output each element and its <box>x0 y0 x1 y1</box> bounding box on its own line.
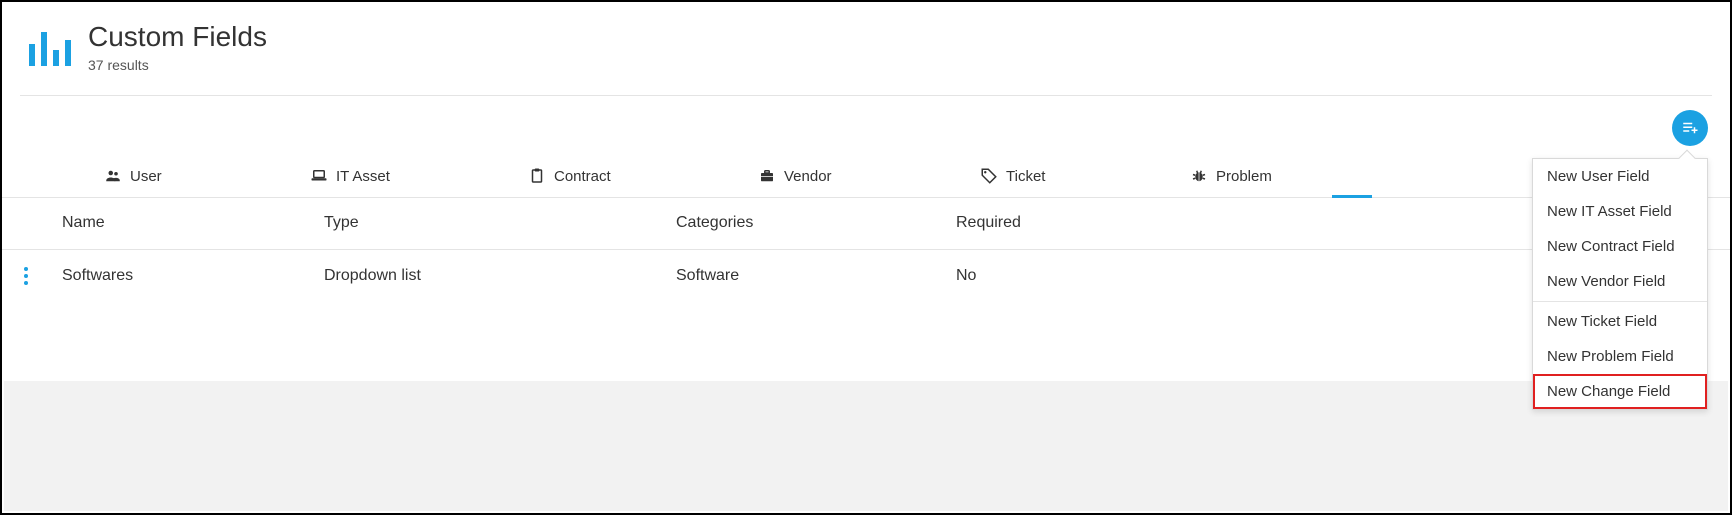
add-menu: New User Field New IT Asset Field New Co… <box>1532 158 1708 410</box>
tab-it-asset-label: IT Asset <box>336 168 390 185</box>
menu-new-change-field[interactable]: New Change Field <box>1533 374 1707 409</box>
tab-it-asset[interactable]: IT Asset <box>298 155 402 197</box>
tab-ticket[interactable]: Ticket <box>968 155 1057 197</box>
menu-new-contract-field[interactable]: New Contract Field <box>1533 229 1707 264</box>
bug-icon <box>1190 167 1208 185</box>
tab-vendor[interactable]: Vendor <box>746 155 844 197</box>
col-header-name[interactable]: Name <box>62 214 324 232</box>
briefcase-icon <box>758 167 776 185</box>
content-footer <box>4 381 1728 511</box>
menu-new-vendor-field[interactable]: New Vendor Field <box>1533 264 1707 299</box>
playlist-add-icon <box>1681 119 1699 137</box>
users-icon <box>104 167 122 185</box>
entity-tabs: User IT Asset Contract Vendor <box>2 156 1730 198</box>
cell-name: Softwares <box>62 267 324 285</box>
menu-new-it-asset-field[interactable]: New IT Asset Field <box>1533 194 1707 229</box>
tag-icon <box>980 167 998 185</box>
col-header-required[interactable]: Required <box>956 214 1256 232</box>
header-text-block: Custom Fields 37 results <box>88 22 267 73</box>
tab-contract-label: Contract <box>554 168 611 185</box>
table-header: Name Type Categories Required <box>2 198 1730 250</box>
tab-vendor-label: Vendor <box>784 168 832 185</box>
tab-problem[interactable]: Problem <box>1178 155 1284 197</box>
laptop-icon <box>310 167 328 185</box>
menu-new-user-field[interactable]: New User Field <box>1533 159 1707 194</box>
col-header-categories[interactable]: Categories <box>676 214 956 232</box>
active-tab-indicator <box>1332 195 1372 198</box>
menu-new-problem-field[interactable]: New Problem Field <box>1533 339 1707 374</box>
tab-user[interactable]: User <box>92 155 174 197</box>
tab-problem-label: Problem <box>1216 168 1272 185</box>
row-actions-handle[interactable] <box>24 267 28 285</box>
page-subtitle: 37 results <box>88 57 267 73</box>
table-row[interactable]: Softwares Dropdown list Software No <box>2 250 1730 302</box>
page-frame: Custom Fields 37 results User <box>0 0 1732 515</box>
page-header: Custom Fields 37 results <box>2 2 1730 85</box>
cell-categories: Software <box>676 267 956 285</box>
bar-chart-icon <box>24 22 74 70</box>
cell-type: Dropdown list <box>324 267 676 285</box>
action-bar <box>2 96 1730 156</box>
tab-contract[interactable]: Contract <box>516 155 623 197</box>
tab-ticket-label: Ticket <box>1006 168 1045 185</box>
menu-divider <box>1533 301 1707 302</box>
tab-user-label: User <box>130 168 162 185</box>
col-header-type[interactable]: Type <box>324 214 676 232</box>
page-title: Custom Fields <box>88 22 267 53</box>
clipboard-icon <box>528 167 546 185</box>
add-button[interactable] <box>1672 110 1708 146</box>
cell-required: No <box>956 267 1256 285</box>
menu-new-ticket-field[interactable]: New Ticket Field <box>1533 304 1707 339</box>
